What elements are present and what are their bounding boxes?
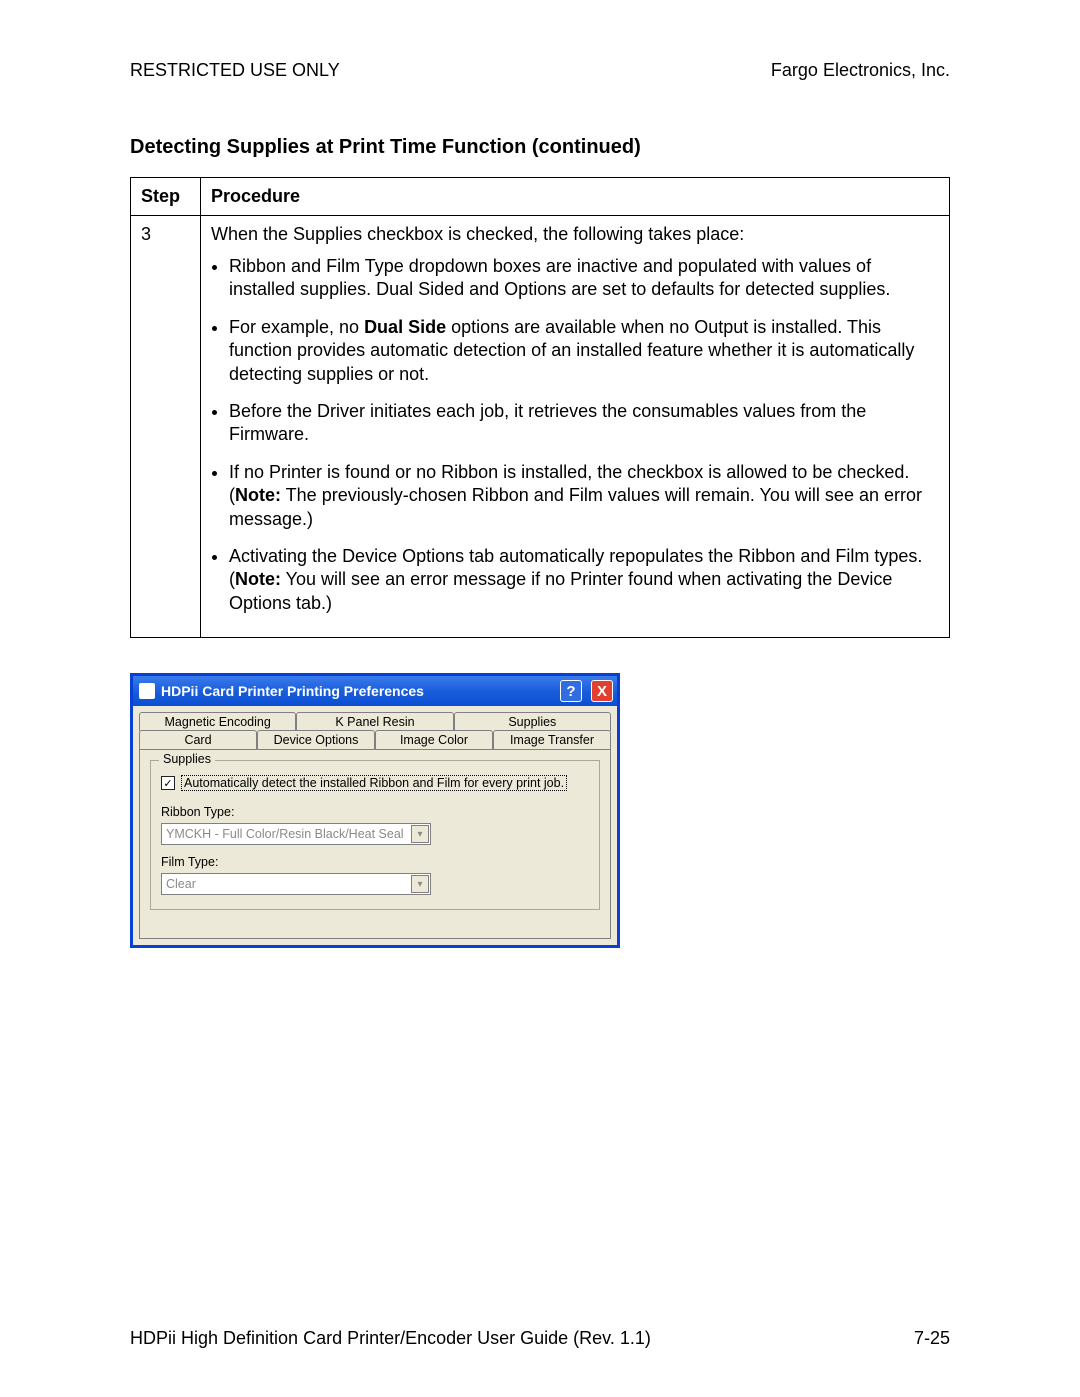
bullet-2: For example, no Dual Side options are av…	[229, 316, 939, 386]
ribbon-type-label: Ribbon Type:	[161, 805, 589, 819]
dialog-title-text: HDPii Card Printer Printing Preferences	[161, 683, 424, 699]
film-type-dropdown[interactable]: Clear ▾	[161, 873, 431, 895]
supplies-group-title: Supplies	[159, 752, 215, 766]
bullet-2-pre: For example, no	[229, 317, 364, 337]
footer-guide: HDPii High Definition Card Printer/Encod…	[130, 1328, 651, 1349]
tab-card[interactable]: Card	[139, 730, 257, 749]
procedure-intro: When the Supplies checkbox is checked, t…	[211, 224, 939, 245]
dialog-titlebar[interactable]: HDPii Card Printer Printing Preferences …	[133, 676, 617, 706]
header-company: Fargo Electronics, Inc.	[771, 60, 950, 81]
tab-magnetic-encoding[interactable]: Magnetic Encoding	[139, 712, 296, 731]
supplies-pane: Supplies ✓ Automatically detect the inst…	[139, 749, 611, 939]
tab-device-options[interactable]: Device Options	[257, 730, 375, 749]
chevron-down-icon: ▾	[411, 825, 429, 843]
procedure-table: Step Procedure 3 When the Supplies check…	[130, 177, 950, 638]
procedure-body: When the Supplies checkbox is checked, t…	[201, 216, 950, 638]
header-restricted: RESTRICTED USE ONLY	[130, 60, 340, 81]
section-title: Detecting Supplies at Print Time Functio…	[130, 136, 950, 159]
preferences-dialog: HDPii Card Printer Printing Preferences …	[130, 673, 620, 948]
bullet-1: Ribbon and Film Type dropdown boxes are …	[229, 255, 939, 302]
bullet-5-post: You will see an error message if no Prin…	[229, 569, 892, 612]
ribbon-type-dropdown[interactable]: YMCKH - Full Color/Resin Black/Heat Seal…	[161, 823, 431, 845]
tab-k-panel-resin[interactable]: K Panel Resin	[296, 712, 453, 731]
help-button[interactable]: ?	[560, 680, 582, 702]
printer-icon	[139, 683, 155, 699]
tab-image-transfer[interactable]: Image Transfer	[493, 730, 611, 749]
col-step: Step	[131, 178, 201, 216]
col-procedure: Procedure	[201, 178, 950, 216]
tab-image-color[interactable]: Image Color	[375, 730, 493, 749]
supplies-group: Supplies ✓ Automatically detect the inst…	[150, 760, 600, 910]
bullet-4-post: The previously-chosen Ribbon and Film va…	[229, 485, 922, 528]
footer-page: 7-25	[914, 1328, 950, 1349]
bullet-5: Activating the Device Options tab automa…	[229, 545, 939, 615]
bullet-4-bold: Note:	[235, 485, 281, 505]
bullet-3: Before the Driver initiates each job, it…	[229, 400, 939, 447]
auto-detect-label: Automatically detect the installed Ribbo…	[181, 775, 567, 791]
film-type-value: Clear	[166, 877, 196, 891]
bullet-4: If no Printer is found or no Ribbon is i…	[229, 461, 939, 531]
step-number: 3	[131, 216, 201, 638]
bullet-5-bold: Note:	[235, 569, 281, 589]
auto-detect-checkbox[interactable]: ✓	[161, 776, 175, 790]
bullet-2-bold: Dual Side	[364, 317, 446, 337]
ribbon-type-value: YMCKH - Full Color/Resin Black/Heat Seal	[166, 827, 404, 841]
close-button[interactable]: X	[591, 680, 613, 702]
film-type-label: Film Type:	[161, 855, 589, 869]
chevron-down-icon: ▾	[411, 875, 429, 893]
tab-supplies[interactable]: Supplies	[454, 712, 611, 731]
